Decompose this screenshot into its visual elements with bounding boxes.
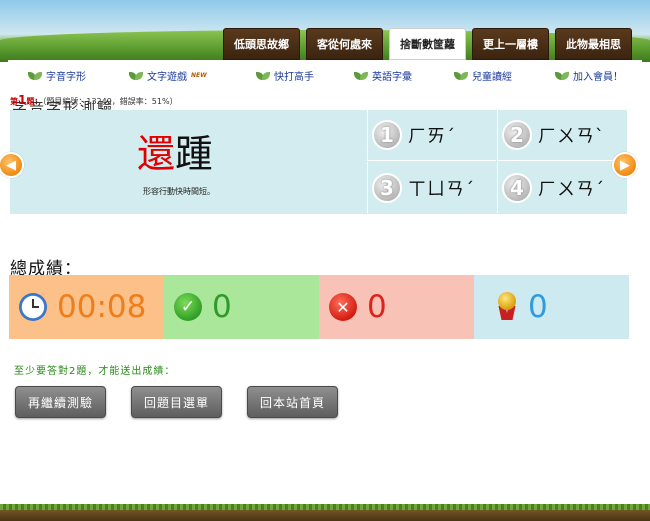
subnav-item-english[interactable]: 英語字彙 bbox=[354, 68, 412, 83]
answer-option-1[interactable]: 1 ㄏㄞˊ bbox=[367, 110, 496, 161]
continue-test-button[interactable]: 再繼續測驗 bbox=[15, 386, 107, 418]
question-word: 還 踵 bbox=[137, 130, 213, 178]
submit-hint: 至少要答對2題，才能送出成績： bbox=[14, 366, 176, 377]
check-icon: ✓ bbox=[174, 293, 202, 321]
leaf-icon bbox=[354, 69, 368, 83]
subnav-label: 兒童讀經 bbox=[472, 72, 512, 83]
subnav-label: 文字遊戲 bbox=[147, 72, 187, 83]
answer-option-2[interactable]: 2 ㄏㄨㄢˋ bbox=[497, 110, 626, 161]
option-label: ㄏㄨㄢˋ bbox=[538, 126, 605, 147]
tab-3-active[interactable]: 捨斷數筐蘿 bbox=[389, 28, 466, 60]
question-prompt: 還 踵 形容行動快時間短。 bbox=[10, 110, 367, 214]
back-to-menu-button[interactable]: 回題目選單 bbox=[131, 386, 223, 418]
subnav-item-join[interactable]: 加入會員！ bbox=[555, 68, 623, 83]
question-box: 還 踵 形容行動快時間短。 1 ㄏㄞˊ 2 ㄏㄨㄢˋ 3 ㄒㄩㄢˊ 4 ㄏㄨㄢˊ bbox=[10, 110, 627, 214]
main-nav-tabs: 低頭思故鄉 客從何處來 捨斷數筐蘿 更上一層樓 此物最相思 bbox=[223, 28, 632, 60]
leaf-icon bbox=[256, 69, 270, 83]
leaf-icon bbox=[454, 69, 468, 83]
subnav-label: 字音字形 bbox=[46, 72, 86, 83]
wrong-panel: ✕ 0 bbox=[319, 275, 474, 339]
option-number-badge: 4 bbox=[502, 172, 532, 203]
option-number-badge: 1 bbox=[372, 120, 402, 150]
tab-4[interactable]: 更上一層樓 bbox=[472, 28, 549, 60]
leaf-icon bbox=[555, 69, 569, 83]
rank-value: 0 bbox=[528, 289, 548, 325]
subnav-label: 英語字彙 bbox=[372, 72, 412, 83]
subnav-item-word-game[interactable]: 文字遊戲 NEW bbox=[129, 68, 207, 83]
context-character: 踵 bbox=[175, 132, 214, 176]
target-character: 還 bbox=[137, 132, 176, 176]
subnav-label: 加入會員！ bbox=[573, 72, 623, 83]
subnav-label: 快打高手 bbox=[274, 72, 314, 83]
subnav-item-typing[interactable]: 快打高手 bbox=[256, 68, 314, 83]
site-header: 低頭思故鄉 客從何處來 捨斷數筐蘿 更上一層樓 此物最相思 bbox=[0, 0, 650, 62]
correct-panel: ✓ 0 bbox=[164, 275, 319, 339]
rank-panel: 0 bbox=[474, 275, 629, 339]
tab-1[interactable]: 低頭思故鄉 bbox=[223, 28, 300, 60]
timer-value: 00:08 bbox=[57, 289, 147, 325]
leaf-icon bbox=[28, 69, 42, 83]
word-meaning: 形容行動快時間短。 bbox=[143, 187, 215, 196]
score-bar: 00:08 ✓ 0 ✕ 0 0 bbox=[9, 275, 629, 339]
footer-grass bbox=[0, 504, 650, 521]
option-label: ㄏㄞˊ bbox=[408, 126, 456, 147]
option-number-badge: 3 bbox=[372, 172, 402, 203]
option-number-badge: 2 bbox=[502, 120, 532, 150]
x-icon: ✕ bbox=[329, 293, 357, 321]
back-to-home-button[interactable]: 回本站首頁 bbox=[247, 386, 339, 418]
subnav-item-pronunciation[interactable]: 字音字形 bbox=[28, 68, 86, 83]
question-header: 第1題：（題目編號：13249，錯誤率：51%） bbox=[10, 93, 178, 107]
right-arrow-icon[interactable]: ▶ bbox=[612, 152, 638, 178]
leaf-icon bbox=[129, 69, 143, 83]
answer-option-4[interactable]: 4 ㄏㄨㄢˊ bbox=[497, 162, 626, 213]
clock-icon bbox=[19, 293, 47, 321]
wrong-count: 0 bbox=[367, 289, 387, 325]
option-label: ㄒㄩㄢˊ bbox=[408, 178, 475, 200]
option-label: ㄏㄨㄢˊ bbox=[538, 178, 605, 200]
timer-panel: 00:08 bbox=[9, 275, 164, 339]
correct-count: 0 bbox=[212, 289, 232, 325]
tab-2[interactable]: 客從何處來 bbox=[306, 28, 383, 60]
tab-5[interactable]: 此物最相思 bbox=[555, 28, 632, 60]
question-meta: （題目編號：13249，錯誤率：51%） bbox=[42, 97, 178, 106]
medal-icon bbox=[496, 292, 518, 322]
new-badge: NEW bbox=[191, 72, 207, 79]
question-number-label: 第1題： bbox=[10, 93, 43, 107]
subnav-item-classics[interactable]: 兒童讀經 bbox=[454, 68, 512, 83]
action-buttons: 再繼續測驗 回題目選單 回本站首頁 bbox=[15, 386, 339, 418]
sub-nav: 字音字形 文字遊戲 NEW 快打高手 英語字彙 兒童讀經 加入會員！ bbox=[8, 68, 642, 88]
answer-option-3[interactable]: 3 ㄒㄩㄢˊ bbox=[367, 162, 496, 213]
